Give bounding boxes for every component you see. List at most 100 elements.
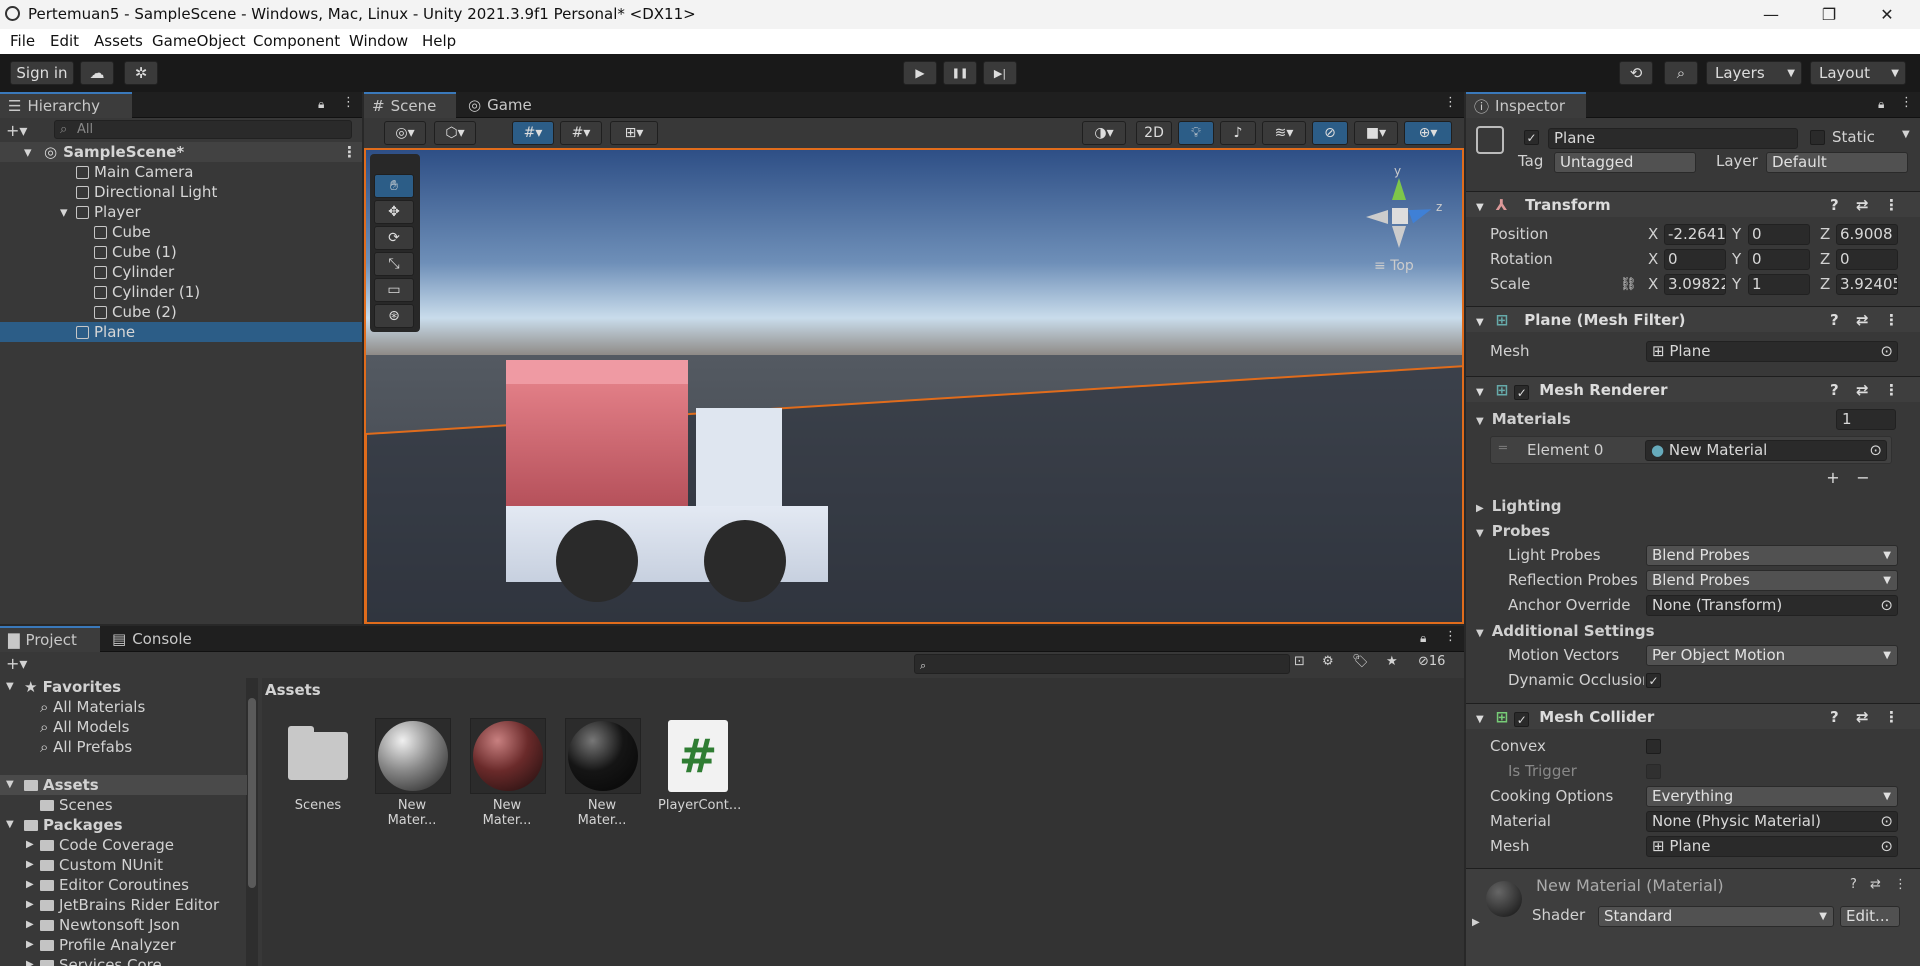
project-search-input[interactable]: ⌕ [914,654,1290,674]
close-button[interactable]: ✕ [1858,0,1916,29]
tree-item[interactable]: ▶ Custom NUnit [0,855,247,875]
hierarchy-item[interactable]: Cube (1) [0,242,362,262]
object-picker-icon[interactable]: ⊙ [1880,837,1893,856]
search-by-label-icon[interactable]: ⚙︎ [1322,654,1334,669]
more-icon[interactable]: ⋮ [1884,377,1899,403]
hierarchy-item-selected[interactable]: Plane [0,322,362,342]
menu-gameobject[interactable]: GameObject [152,32,246,50]
tree-item[interactable]: ▶ Editor Coroutines [0,875,247,895]
create-icon[interactable]: +▾ [6,654,27,673]
audio-toggle-icon[interactable]: ♪ [1220,121,1256,145]
preset-icon[interactable]: ⇄ [1856,704,1869,730]
minimize-button[interactable]: — [1742,0,1800,29]
lock-icon[interactable]: 🔒︎ [1420,631,1426,646]
tree-item[interactable]: ▶ Profile Analyzer [0,935,247,955]
asset-item[interactable]: New Mater... [467,718,547,828]
mesh-collider-header[interactable]: ▼ ⊞ ✓ Mesh Collider? ⇄ ⋮ [1466,703,1920,729]
camera-dropdown[interactable]: ■▾ [1354,121,1398,145]
object-picker-icon[interactable]: ⊙ [1880,596,1893,615]
grid-snap-button[interactable]: #▾ [512,121,554,145]
scl-x-field[interactable]: 3.09822 [1664,274,1726,295]
tree-item[interactable]: ▶ Code Coverage [0,835,247,855]
help-icon[interactable]: ? [1830,307,1839,333]
toggle-2d-button[interactable]: 2D [1136,121,1172,145]
scrollbar-thumb[interactable] [248,698,256,888]
layers-dropdown[interactable]: Layers ▼ [1706,61,1802,85]
menu-assets[interactable]: Assets [94,32,143,50]
axis-x-label[interactable]: X [1648,250,1658,268]
tree-item[interactable]: ⌕ All Models [0,717,247,737]
hierarchy-item[interactable]: Main Camera [0,162,362,182]
more-icon[interactable]: ⋮ [1884,704,1899,730]
hierarchy-item[interactable]: Cube [0,222,362,242]
rot-y-field[interactable]: 0 [1748,249,1810,270]
help-icon[interactable]: ? [1830,377,1839,403]
object-picker-icon[interactable]: ⊙ [1869,441,1882,460]
draw-mode-dropdown[interactable]: ◎▾ [384,121,426,145]
tree-item[interactable]: ⌕ All Prefabs [0,737,247,757]
mesh-renderer-enabled-checkbox[interactable]: ✓ [1514,385,1530,400]
active-checkbox[interactable]: ✓ [1524,130,1539,145]
menu-file[interactable]: File [10,32,35,50]
more-icon[interactable]: ⋮ [1444,629,1457,644]
layout-dropdown[interactable]: Layout ▼ [1810,61,1906,85]
probes-foldout[interactable]: ▼ Probes [1476,519,1550,544]
anchor-override-field[interactable]: None (Transform) ⊙ [1646,595,1898,616]
preset-icon[interactable]: ⇄ [1856,307,1869,333]
asset-item[interactable]: New Mater... [372,718,452,828]
mesh-renderer-header[interactable]: ▼ ⊞ ✓ Mesh Renderer? ⇄ ⋮ [1466,376,1920,402]
menu-component[interactable]: Component [253,32,340,50]
help-icon[interactable]: ? [1850,877,1857,892]
rect-tool-icon[interactable]: ▭ [374,278,414,302]
scale-tool-icon[interactable]: ⤡ [374,252,414,276]
more-icon[interactable]: ⋮ [342,95,355,110]
more-icon[interactable]: ⋮ [342,142,357,162]
motion-vectors-dropdown[interactable]: Per Object Motion ▼ [1646,645,1898,666]
breadcrumb[interactable]: Assets [265,681,321,699]
menu-window[interactable]: Window [349,32,408,50]
favorite-icon[interactable]: ★ [1386,654,1398,669]
add-element-button[interactable]: + [1818,466,1848,488]
more-icon[interactable]: ⋮ [1900,95,1913,110]
edit-shader-button[interactable]: Edit... [1840,906,1900,927]
axis-y-label[interactable]: Y [1732,225,1741,243]
mesh-collider-enabled-checkbox[interactable]: ✓ [1514,712,1530,727]
hierarchy-item[interactable]: Cylinder (1) [0,282,362,302]
add-icon[interactable]: +▾ [6,121,27,140]
tree-item[interactable]: ▶ Services Core [0,955,247,966]
snap-increment-button[interactable]: #▾ [560,121,602,145]
reflection-probes-dropdown[interactable]: Blend Probes ▼ [1646,570,1898,591]
label-icon[interactable]: 🏷︎ [1352,654,1369,669]
lock-icon[interactable]: 🔒︎ [318,97,324,112]
tab-game[interactable]: ◎ Game [460,92,540,118]
tree-item[interactable]: Scenes [0,795,247,815]
history-icon[interactable]: ⟲ [1619,61,1653,85]
tree-item[interactable]: ▶ Newtonsoft Json [0,915,247,935]
asset-item[interactable]: Scenes [278,718,358,818]
axis-z-label[interactable]: Z [1820,275,1830,293]
hierarchy-item[interactable]: Directional Light [0,182,362,202]
is-trigger-checkbox[interactable] [1646,764,1661,779]
maximize-button[interactable]: ❐ [1800,0,1858,29]
axis-z-label[interactable]: Z [1820,250,1830,268]
collider-material-field[interactable]: None (Physic Material) ⊙ [1646,811,1898,832]
hand-tool-icon[interactable]: ✋︎ [374,174,414,198]
mesh-filter-header[interactable]: ▼ ⊞ Plane (Mesh Filter)? ⇄ ⋮ [1466,306,1920,332]
preset-icon[interactable]: ⇄ [1856,192,1869,218]
ruler-icon[interactable]: ⊞▾ [610,121,658,145]
render-mode-dropdown[interactable]: ◑▾ [1082,121,1126,145]
visibility-icon[interactable]: ⊘ [1312,121,1348,145]
cloud-icon[interactable]: ☁ [80,61,114,85]
step-button[interactable]: ▶| [983,61,1017,85]
chevron-right-icon[interactable]: ▶ [1472,917,1480,928]
pos-y-field[interactable]: 0 [1748,224,1810,245]
pos-z-field[interactable]: 6.9008 [1836,224,1898,245]
collab-icon[interactable]: ✲ [124,61,158,85]
preset-icon[interactable]: ⇄ [1856,377,1869,403]
tab-scene[interactable]: # Scene [364,92,456,118]
orientation-gizmo[interactable]: y z ≡ Top [1356,164,1446,274]
remove-element-button[interactable]: − [1848,466,1878,488]
more-icon[interactable]: ⋮ [1884,307,1899,333]
collider-mesh-field[interactable]: ⊞ Plane ⊙ [1646,836,1898,857]
materials-foldout[interactable]: ▼ Materials [1476,407,1571,432]
